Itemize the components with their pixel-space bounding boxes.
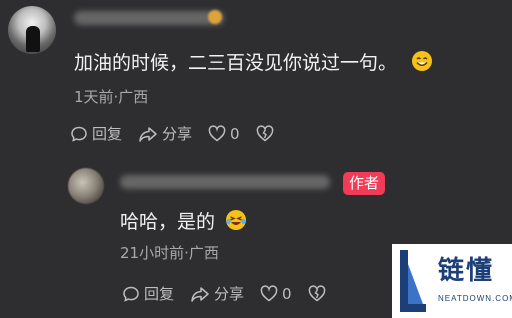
- smile-emoji-icon: [411, 50, 433, 77]
- reply-icon: [71, 126, 87, 142]
- comment-text-body: 加油的时候，二三百没见你说过一句。: [74, 52, 398, 74]
- dislike-button[interactable]: [256, 125, 278, 142]
- share-button[interactable]: 分享: [138, 123, 192, 144]
- reply-share-button[interactable]: 分享: [190, 283, 244, 304]
- site-watermark: 链懂 NEATDOWN.COM: [392, 244, 512, 318]
- reply-label: 回复: [92, 125, 123, 143]
- share-icon: [191, 286, 209, 302]
- avatar[interactable]: [8, 6, 56, 54]
- comment-text: 加油的时候，二三百没见你说过一句。: [74, 48, 433, 77]
- share-label: 分享: [214, 285, 245, 303]
- share-icon: [139, 126, 157, 142]
- author-badge: 作者: [343, 172, 385, 195]
- user-badge-icon: [208, 10, 222, 24]
- like-count: 0: [230, 124, 240, 143]
- watermark-title: 链懂: [438, 256, 495, 286]
- reply-actions: 回复 分享 0: [122, 283, 346, 304]
- broken-heart-icon: [256, 125, 273, 142]
- like-button[interactable]: 0: [208, 125, 240, 143]
- reply-icon: [123, 286, 139, 302]
- laugh-cry-emoji-icon: [225, 209, 247, 236]
- reply-reply-button[interactable]: 回复: [122, 283, 174, 304]
- site-logo-icon: [400, 250, 426, 312]
- like-count: 0: [282, 284, 292, 303]
- reply-username-blurred[interactable]: [120, 175, 330, 189]
- username-blurred[interactable]: [74, 11, 224, 25]
- comment-actions: 回复 分享 0: [70, 123, 294, 144]
- comment-meta: 1天前·广西: [74, 88, 149, 106]
- share-label: 分享: [162, 125, 193, 143]
- heart-icon: [208, 125, 226, 142]
- reply-label: 回复: [144, 285, 175, 303]
- reply-text-body: 哈哈，是的: [120, 211, 216, 233]
- watermark-url: NEATDOWN.COM: [438, 294, 512, 303]
- reply-text: 哈哈，是的: [120, 207, 247, 236]
- reply-dislike-button[interactable]: [308, 285, 330, 302]
- reply-like-button[interactable]: 0: [260, 285, 292, 303]
- reply-button[interactable]: 回复: [70, 123, 122, 144]
- reply-avatar[interactable]: [68, 168, 104, 204]
- reply-meta: 21小时前·广西: [120, 244, 219, 262]
- heart-icon: [260, 285, 278, 302]
- broken-heart-icon: [308, 285, 325, 302]
